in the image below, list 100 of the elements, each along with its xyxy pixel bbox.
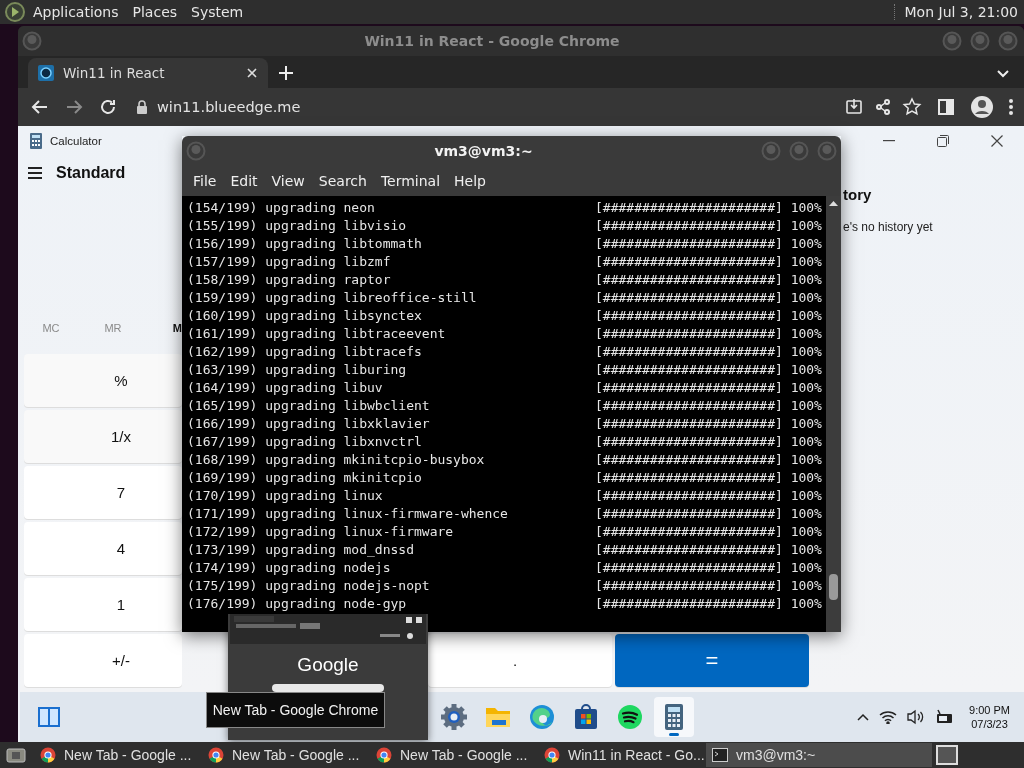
calculator-key[interactable]: 1	[24, 578, 182, 631]
progress-hashes: [######################]	[595, 361, 783, 379]
close-icon[interactable]	[991, 135, 1003, 147]
package-status: (164/199) upgrading libuv	[187, 379, 384, 397]
package-status: (163/199) upgrading liburing	[187, 361, 408, 379]
package-status: (176/199) upgrading node-gyp	[187, 595, 408, 613]
battery-icon[interactable]	[935, 709, 954, 725]
package-status: (158/199) upgrading raptor	[187, 271, 392, 289]
install-icon[interactable]	[844, 97, 864, 117]
progress-hashes: [######################]	[595, 523, 783, 541]
equals-key[interactable]: =	[615, 634, 809, 687]
progress-percent: 100%	[790, 253, 822, 271]
progress-hashes: [######################]	[595, 541, 783, 559]
package-status: (155/199) upgrading libvisio	[187, 217, 408, 235]
new-tab-icon[interactable]	[278, 65, 294, 81]
chevron-down-icon[interactable]	[996, 69, 1010, 79]
package-status: (174/199) upgrading nodejs	[187, 559, 392, 577]
progress-percent: 100%	[790, 559, 822, 577]
task-button[interactable]: New Tab - Google ...	[370, 743, 538, 767]
menu-item[interactable]: Search	[311, 173, 374, 189]
progress-percent: 100%	[790, 433, 822, 451]
scrollbar-thumb[interactable]	[829, 574, 838, 600]
progress-percent: 100%	[790, 217, 822, 235]
swirl-icon	[528, 703, 556, 731]
package-status: (172/199) upgrading linux-firmware	[187, 523, 455, 541]
progress-hashes: [######################]	[595, 595, 783, 613]
tooltip: New Tab - Google Chrome	[206, 692, 385, 728]
progress-hashes: [######################]	[595, 271, 783, 289]
menu-item[interactable]: Help	[447, 173, 493, 189]
scroll-up-icon[interactable]	[829, 200, 838, 206]
progress-percent: 100%	[790, 289, 822, 307]
progress-percent: 100%	[790, 505, 822, 523]
menu-item[interactable]: Applications	[26, 4, 126, 20]
lock-icon	[136, 100, 148, 114]
menu-icon[interactable]	[1008, 98, 1014, 116]
progress-percent: 100%	[790, 343, 822, 361]
calculator-key[interactable]: 4	[24, 522, 182, 575]
package-status: (166/199) upgrading libxklavier	[187, 415, 431, 433]
package-status: (160/199) upgrading libsynctex	[187, 307, 423, 325]
progress-percent: 100%	[790, 415, 822, 433]
progress-percent: 100%	[790, 199, 822, 217]
progress-percent: 100%	[790, 487, 822, 505]
taskbar-time[interactable]: 9:00 PM	[969, 703, 1010, 717]
start-menu-icon[interactable]	[38, 707, 60, 727]
progress-hashes: [######################]	[595, 235, 783, 253]
menu-item[interactable]: File	[186, 173, 224, 189]
star-icon[interactable]	[902, 97, 922, 117]
minimize-icon[interactable]	[883, 140, 895, 142]
profile-avatar-icon[interactable]	[970, 95, 994, 119]
progress-hashes: [######################]	[595, 199, 783, 217]
task-button[interactable]: New Tab - Google ...	[34, 743, 202, 767]
calculator-icon	[30, 133, 42, 149]
calculator-key[interactable]: .	[428, 634, 612, 687]
restore-icon[interactable]	[937, 135, 949, 147]
package-status: (162/199) upgrading libtracefs	[187, 343, 423, 361]
progress-hashes: [######################]	[595, 433, 783, 451]
chevron-up-icon[interactable]	[857, 713, 870, 721]
progress-percent: 100%	[790, 469, 822, 487]
task-button[interactable]: Win11 in React - Go...	[538, 743, 706, 767]
menu-item[interactable]: Terminal	[373, 173, 448, 189]
mode-title: Standard	[56, 164, 126, 182]
package-status: (173/199) upgrading mod_dnssd	[187, 541, 415, 559]
calculator-key[interactable]: 1/x	[24, 410, 182, 463]
menu-item[interactable]: Places	[125, 4, 185, 20]
package-status: (165/199) upgrading libwbclient	[187, 397, 431, 415]
progress-percent: 100%	[790, 523, 822, 541]
reload-icon[interactable]	[98, 97, 118, 117]
wifi-icon[interactable]	[879, 710, 898, 724]
browser-tab[interactable]: Win11 in React	[28, 58, 268, 88]
progress-hashes: [######################]	[595, 217, 783, 235]
menu-item[interactable]: View	[264, 173, 312, 189]
app-favicon-icon	[38, 65, 54, 81]
progress-hashes: [######################]	[595, 487, 783, 505]
share-icon[interactable]	[873, 97, 893, 117]
calculator-key[interactable]: 7	[24, 466, 182, 519]
menu-item[interactable]: Edit	[223, 173, 265, 189]
task-button[interactable]: New Tab - Google ...	[202, 743, 370, 767]
package-status: (175/199) upgrading nodejs-nopt	[187, 577, 431, 595]
progress-hashes: [######################]	[595, 343, 783, 361]
calculator-key[interactable]: +/-	[24, 634, 182, 687]
window-title: Win11 in React - Google Chrome	[363, 33, 621, 49]
menu-item[interactable]: System	[184, 4, 251, 20]
progress-percent: 100%	[790, 397, 822, 415]
progress-percent: 100%	[790, 271, 822, 289]
menu-icon[interactable]	[28, 167, 42, 179]
progress-percent: 100%	[790, 541, 822, 559]
workspace-switcher[interactable]	[936, 745, 958, 765]
volume-icon[interactable]	[907, 709, 926, 725]
memory-button[interactable]: M	[144, 322, 182, 334]
distro-logo-icon[interactable]	[4, 1, 26, 23]
progress-hashes: [######################]	[595, 379, 783, 397]
browser-icon	[40, 747, 56, 763]
task-button[interactable]: vm3@vm3:~	[706, 743, 932, 767]
taskbar-date[interactable]: 07/3/23	[969, 717, 1010, 731]
package-status: (159/199) upgrading libreoffice-still	[187, 289, 478, 307]
package-status: (157/199) upgrading libzmf	[187, 253, 392, 271]
progress-hashes: [######################]	[595, 469, 783, 487]
calculator-key[interactable]: %	[24, 354, 182, 407]
panel-clock[interactable]: Mon Jul 3, 21:00	[904, 4, 1018, 20]
desktop-icon[interactable]	[6, 746, 26, 764]
